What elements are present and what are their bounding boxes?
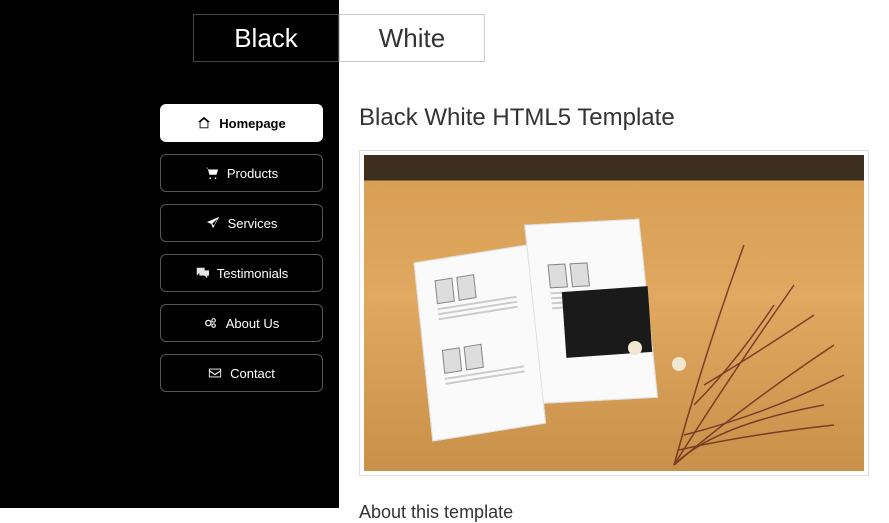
main-nav: Homepage Products Services Testimonials … xyxy=(160,104,323,404)
main-content: Black White HTML5 Template xyxy=(339,0,889,508)
nav-label: Testimonials xyxy=(217,266,289,281)
nav-label: Products xyxy=(227,166,278,181)
cogs-icon xyxy=(204,316,218,330)
envelope-icon xyxy=(208,366,222,380)
nav-contact[interactable]: Contact xyxy=(160,354,323,392)
nav-about[interactable]: About Us xyxy=(160,304,323,342)
logo: Black White xyxy=(193,14,485,62)
comments-icon xyxy=(195,266,209,280)
section-subtitle: About this template xyxy=(359,502,869,523)
nav-label: About Us xyxy=(226,316,279,331)
sidebar: Homepage Products Services Testimonials … xyxy=(0,0,339,508)
cart-icon xyxy=(205,166,219,180)
flower-illustration xyxy=(628,341,642,355)
nav-products[interactable]: Products xyxy=(160,154,323,192)
logo-white: White xyxy=(339,14,485,62)
nav-homepage[interactable]: Homepage xyxy=(160,104,323,142)
nav-label: Homepage xyxy=(219,116,285,131)
logo-black: Black xyxy=(193,14,339,62)
hero-image xyxy=(359,150,869,476)
page-title: Black White HTML5 Template xyxy=(359,104,869,132)
nav-label: Services xyxy=(228,216,278,231)
home-icon xyxy=(197,116,211,130)
branch-illustration xyxy=(644,205,864,471)
nav-label: Contact xyxy=(230,366,275,381)
nav-services[interactable]: Services xyxy=(160,204,323,242)
nav-testimonials[interactable]: Testimonials xyxy=(160,254,323,292)
paper-plane-icon xyxy=(206,216,220,230)
